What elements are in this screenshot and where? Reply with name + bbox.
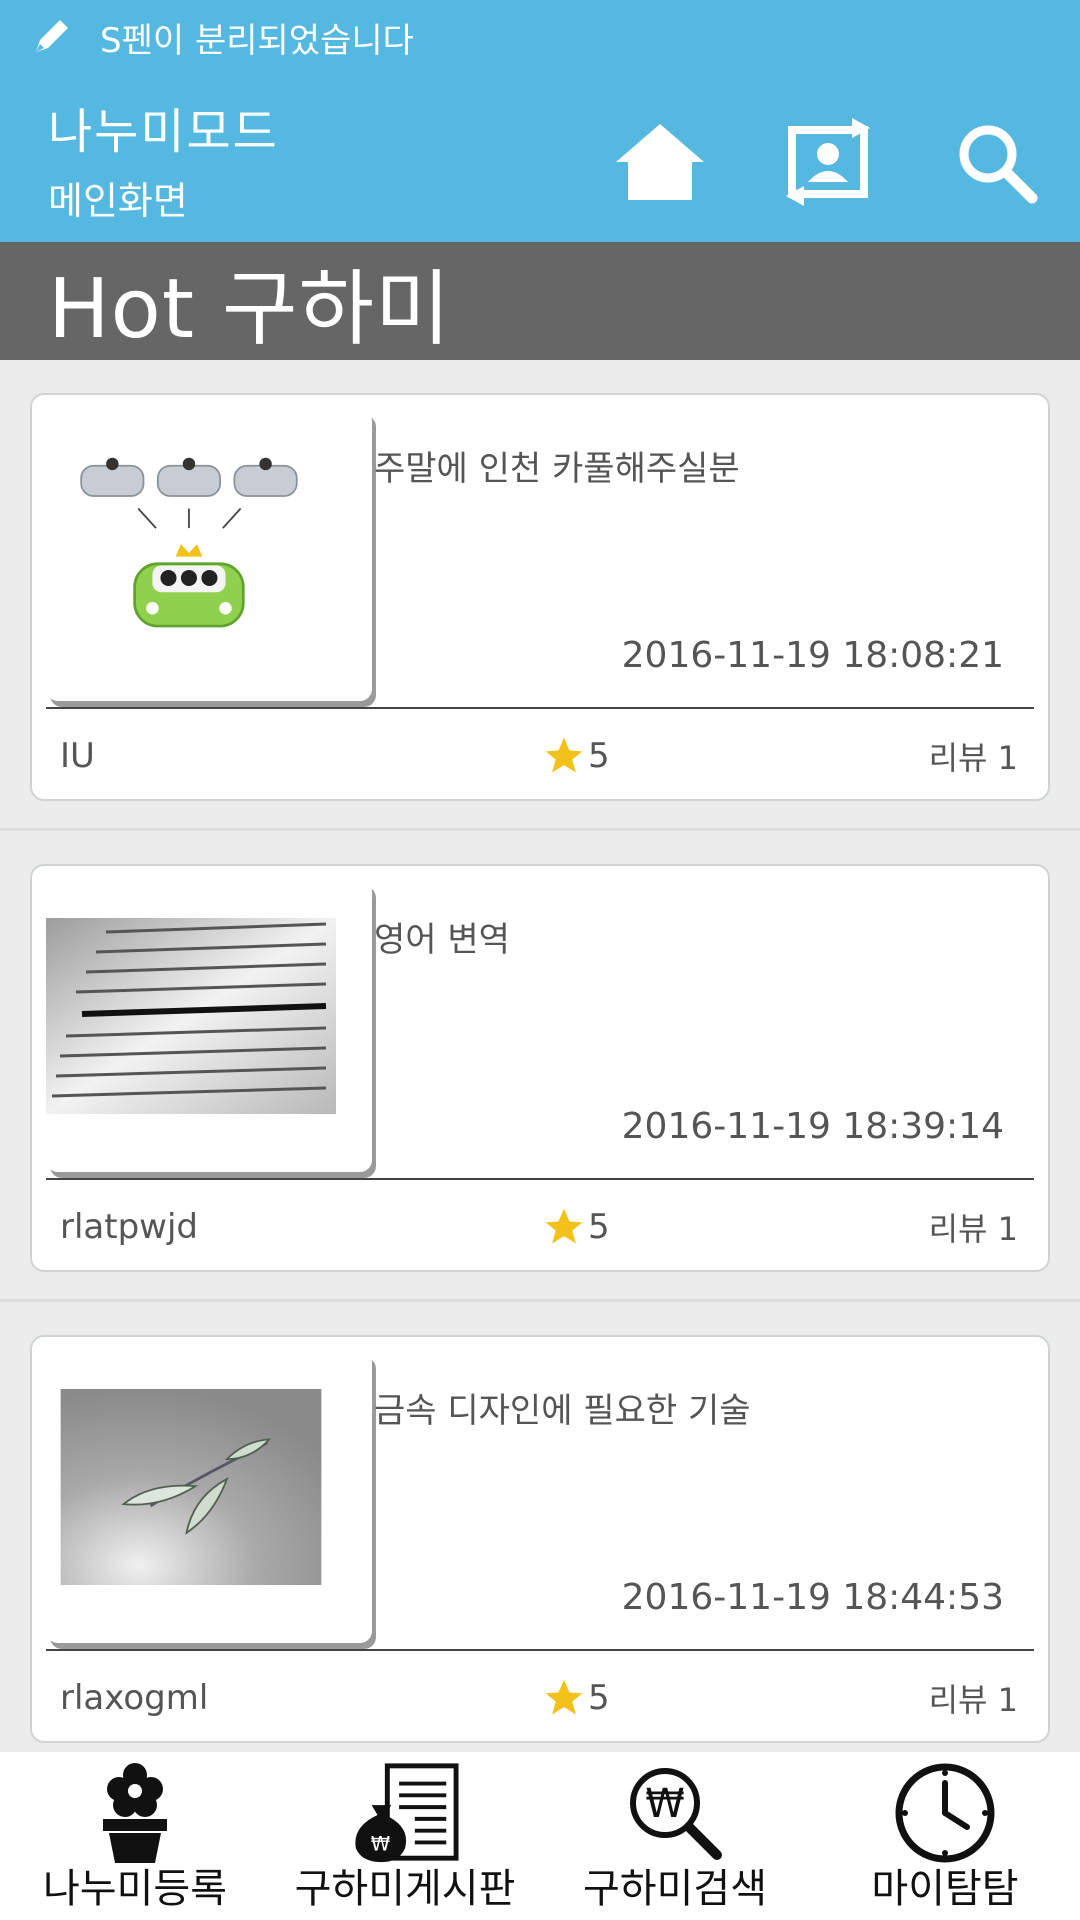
nav-item-mytamtam[interactable]: 마이탐탐 — [810, 1752, 1080, 1920]
won-search-icon: ₩ — [630, 1768, 722, 1860]
post-card[interactable]: 주말에 인천 카풀해주실분 2016-11-19 18:08:21 IU 5 리… — [30, 393, 1050, 801]
status-message: S펜이 분리되었습니다 — [100, 21, 414, 61]
switch-profile-button[interactable] — [778, 112, 878, 212]
post-card[interactable]: 금속 디자인에 필요한 기술 2016-11-19 18:44:53 rlaxo… — [30, 1335, 1050, 1743]
post-date: 2016-11-19 18:39:14 — [621, 1106, 1004, 1147]
section-title: Hot 구하미 — [0, 242, 1080, 360]
post-thumbnail — [46, 880, 372, 1172]
review-count: 리뷰 1 — [928, 1210, 1018, 1248]
search-icon — [959, 125, 1038, 204]
search-button[interactable] — [946, 112, 1046, 212]
status-notification: S펜이 분리되었습니다 — [30, 10, 414, 65]
app-subtitle: 메인화면 — [48, 179, 188, 223]
nav-label: 구하미검색 — [583, 1866, 767, 1912]
money-bag-board-icon: ₩ — [355, 1763, 459, 1863]
post-date: 2016-11-19 18:08:21 — [621, 635, 1004, 676]
post-title: 영어 변역 — [374, 920, 510, 960]
post-author: rlaxogml — [60, 1678, 209, 1718]
post-card[interactable]: 영어 변역 2016-11-19 18:39:14 rlatpwjd 5 리뷰 … — [30, 864, 1050, 1272]
post-rating: 5 — [542, 1676, 610, 1720]
list-item: 주말에 인천 카풀해주실분 2016-11-19 18:08:21 IU 5 리… — [0, 360, 1080, 831]
flower-pot-icon — [103, 1763, 167, 1863]
review-count: 리뷰 1 — [928, 1681, 1018, 1719]
home-button[interactable] — [610, 112, 710, 212]
post-title: 금속 디자인에 필요한 기술 — [374, 1391, 751, 1431]
svg-text:₩: ₩ — [645, 1781, 685, 1827]
post-thumbnail — [46, 1351, 372, 1643]
nav-item-register[interactable]: 나누미등록 — [0, 1752, 270, 1920]
pen-icon — [30, 14, 74, 62]
divider — [46, 707, 1034, 709]
nav-label: 마이탐탐 — [871, 1866, 1019, 1912]
metal-leaf-image — [60, 1389, 322, 1585]
post-rating: 5 — [542, 1205, 610, 1249]
star-icon — [545, 737, 583, 773]
post-footer: rlaxogml 5 리뷰 1 — [32, 1655, 1048, 1741]
post-list: 주말에 인천 카풀해주실분 2016-11-19 18:08:21 IU 5 리… — [0, 360, 1080, 1773]
post-date: 2016-11-19 18:44:53 — [621, 1577, 1004, 1618]
rating-value: 5 — [588, 1207, 610, 1247]
clock-icon — [895, 1763, 995, 1863]
svg-text:₩: ₩ — [371, 1832, 390, 1855]
carpool-image — [80, 457, 298, 628]
review-count: 리뷰 1 — [928, 739, 1018, 777]
post-footer: IU 5 리뷰 1 — [32, 713, 1048, 799]
star-icon — [545, 1679, 583, 1715]
nav-item-search[interactable]: ₩ 구하미검색 — [540, 1752, 810, 1920]
post-author: IU — [60, 736, 95, 776]
app-title: 나누미모드 — [48, 104, 279, 160]
post-footer: rlatpwjd 5 리뷰 1 — [32, 1184, 1048, 1270]
nav-label: 구하미게시판 — [294, 1866, 516, 1912]
home-icon — [616, 124, 704, 200]
switch-profile-icon — [786, 118, 870, 206]
rating-value: 5 — [588, 1678, 610, 1718]
star-icon — [545, 1208, 583, 1244]
divider — [46, 1178, 1034, 1180]
rating-value: 5 — [588, 736, 610, 776]
app-bar: S펜이 분리되었습니다 나누미모드 메인화면 — [0, 0, 1080, 242]
nav-item-board[interactable]: ₩ 구하미게시판 — [270, 1752, 540, 1920]
list-item: 영어 변역 2016-11-19 18:39:14 rlatpwjd 5 리뷰 … — [0, 831, 1080, 1302]
post-title: 주말에 인천 카풀해주실분 — [374, 449, 740, 489]
post-thumbnail — [46, 409, 372, 701]
post-rating: 5 — [542, 734, 610, 778]
post-author: rlatpwjd — [60, 1207, 199, 1247]
bottom-navigation: 나누미등록 ₩ 구하미게시판 ₩ 구하미검색 마이탐탐 — [0, 1752, 1080, 1920]
dictionary-image — [46, 918, 336, 1114]
divider — [46, 1649, 1034, 1651]
nav-label: 나누미등록 — [43, 1866, 227, 1912]
list-item: 금속 디자인에 필요한 기술 2016-11-19 18:44:53 rlaxo… — [0, 1302, 1080, 1773]
